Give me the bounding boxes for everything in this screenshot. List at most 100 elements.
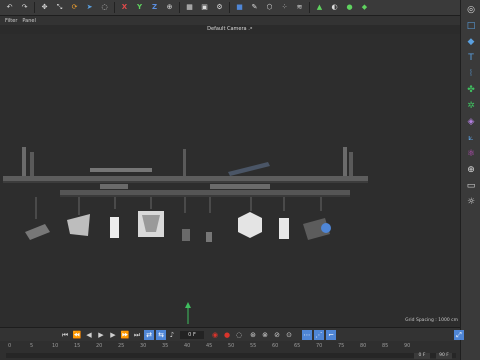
main-toolbar: ↶ ↷ ✥ ⤡ ⟳ ➤ ◌ X Y Z ⊕ ▦ ▣ ⚙ ■ ✎ ⬡ ⁘ ≋ ▲ … bbox=[0, 0, 480, 16]
rig-clamp bbox=[100, 184, 128, 189]
light-icon[interactable]: ● bbox=[344, 2, 355, 13]
ruler-tick: 75 bbox=[338, 343, 345, 349]
text-icon[interactable]: T bbox=[465, 52, 477, 64]
tag-icon[interactable]: ◈ bbox=[465, 116, 477, 128]
previous-key-icon[interactable]: ⏪ bbox=[72, 330, 82, 340]
timeline-scale-icon[interactable]: ⤢ bbox=[454, 330, 464, 340]
render-settings-icon[interactable]: ⚙ bbox=[214, 2, 225, 13]
z-axis-icon[interactable]: Z bbox=[149, 2, 160, 13]
select-icon[interactable]: ◎ bbox=[465, 4, 477, 16]
live-select-icon[interactable]: ◌ bbox=[99, 2, 110, 13]
record-active-icon[interactable]: ◉ bbox=[210, 330, 220, 340]
record-parameter-icon[interactable]: ⊙ bbox=[284, 330, 294, 340]
ruler-tick: 0 bbox=[8, 343, 12, 349]
timeline-range-bar[interactable] bbox=[6, 353, 456, 358]
undo-icon[interactable]: ↶ bbox=[4, 2, 15, 13]
hanger bbox=[283, 197, 285, 211]
rotate-tool-icon[interactable]: ⟳ bbox=[69, 2, 80, 13]
spotlight bbox=[25, 224, 50, 240]
viewport[interactable] bbox=[0, 34, 460, 327]
truss-shadow bbox=[60, 195, 350, 197]
ruler-tick: 80 bbox=[360, 343, 367, 349]
rig-post bbox=[343, 147, 347, 177]
record-scale-icon[interactable]: ⊗ bbox=[260, 330, 270, 340]
record-position-icon[interactable]: ⊛ bbox=[248, 330, 258, 340]
camera-label: Default Camera ․‣ bbox=[207, 26, 253, 32]
floor-icon[interactable]: ▲ bbox=[314, 2, 325, 13]
spline-icon[interactable]: ⦚ bbox=[465, 68, 477, 80]
x-axis-icon[interactable]: X bbox=[119, 2, 130, 13]
ruler-tick: 5 bbox=[30, 343, 34, 349]
particle-icon[interactable]: ⚛ bbox=[465, 148, 477, 160]
autokey-icon[interactable]: ● bbox=[222, 330, 232, 340]
timeline-ruler[interactable]: 0 5 10 15 20 25 30 35 40 45 50 55 60 65 … bbox=[0, 341, 460, 360]
array-icon[interactable]: ⁘ bbox=[279, 2, 290, 13]
go-to-start-icon[interactable]: ⏮ bbox=[60, 330, 70, 340]
select-tool-icon[interactable]: ➤ bbox=[84, 2, 95, 13]
effector-icon[interactable]: ✲ bbox=[465, 100, 477, 112]
viewport-menu: Filter Panel bbox=[0, 16, 460, 25]
pen-icon[interactable]: ✎ bbox=[249, 2, 260, 13]
redo-icon[interactable]: ↷ bbox=[19, 2, 30, 13]
interpolation-linear-icon[interactable]: ⋰ bbox=[314, 330, 324, 340]
interpolation-step-icon[interactable]: ⌐ bbox=[326, 330, 336, 340]
move-tool-icon[interactable]: ✥ bbox=[39, 2, 50, 13]
render-picture-viewer-icon[interactable]: ▣ bbox=[199, 2, 210, 13]
fresnel-light bbox=[206, 232, 212, 242]
render-view-icon[interactable]: ▦ bbox=[184, 2, 195, 13]
softbox bbox=[67, 214, 90, 236]
menu-filter[interactable]: Filter bbox=[5, 18, 17, 24]
hanger bbox=[114, 197, 116, 209]
start-frame-field[interactable]: 0 F bbox=[414, 353, 430, 359]
hanger bbox=[320, 197, 322, 211]
hanger bbox=[209, 197, 211, 213]
tag-icon[interactable]: ◆ bbox=[359, 2, 370, 13]
keyframe-selection-icon[interactable]: ◌ bbox=[234, 330, 244, 340]
camera-icon[interactable]: ▭ bbox=[465, 180, 477, 192]
y-axis-icon[interactable]: Y bbox=[134, 2, 145, 13]
primitive-icon[interactable]: ◆ bbox=[465, 36, 477, 48]
menu-panel[interactable]: Panel bbox=[22, 18, 36, 24]
go-to-end-icon[interactable]: ⏭ bbox=[132, 330, 142, 340]
next-key-icon[interactable]: ⏩ bbox=[120, 330, 130, 340]
hanger bbox=[250, 197, 252, 211]
ruler-tick: 10 bbox=[52, 343, 59, 349]
ruler-tick: 70 bbox=[316, 343, 323, 349]
grid-spacing-label: Grid Spacing : 1000 cm bbox=[405, 318, 458, 323]
toolbar-divider bbox=[114, 2, 115, 13]
interpolation-icon[interactable]: ⋯ bbox=[302, 330, 312, 340]
generator-icon[interactable]: ✤ bbox=[465, 84, 477, 96]
light-icon[interactable]: ☼ bbox=[465, 196, 477, 208]
rig-post bbox=[349, 152, 353, 177]
rig-post bbox=[183, 149, 186, 179]
record-rotation-icon[interactable]: ⊘ bbox=[272, 330, 282, 340]
scale-tool-icon[interactable]: ⤡ bbox=[54, 2, 65, 13]
deformer-icon[interactable]: ≋ bbox=[294, 2, 305, 13]
field-icon[interactable]: ⟀ bbox=[465, 132, 477, 144]
panel-light bbox=[110, 217, 119, 238]
timeline-controls: ⏮ ⏪ ◀ ▶ ▶ ⏩ ⏭ ⇄ ⇆ ♪ 0 F ◉ ● ◌ ⊛ ⊗ ⊘ ⊙ ⋯ … bbox=[0, 327, 464, 341]
ruler-tick: 55 bbox=[250, 343, 257, 349]
end-frame-field[interactable]: 90 F bbox=[436, 353, 452, 359]
coordinate-system-icon[interactable]: ⊕ bbox=[164, 2, 175, 13]
cube-icon[interactable]: □ bbox=[465, 20, 477, 32]
ruler-tick: 50 bbox=[228, 343, 235, 349]
ruler-tick: 65 bbox=[294, 343, 301, 349]
next-frame-icon[interactable]: ▶ bbox=[108, 330, 118, 340]
speed-icon[interactable]: ⇆ bbox=[156, 330, 166, 340]
sound-icon[interactable]: ♪ bbox=[167, 330, 177, 340]
subdivision-icon[interactable]: ⬡ bbox=[264, 2, 275, 13]
y-axis-arrow bbox=[185, 302, 191, 308]
environment-icon[interactable]: ⊕ bbox=[465, 164, 477, 176]
cube-icon[interactable]: ■ bbox=[234, 2, 245, 13]
rig-post bbox=[30, 152, 34, 177]
right-palette: ◎ □ ◆ T ⦚ ✤ ✲ ◈ ⟀ ⚛ ⊕ ▭ ☼ bbox=[460, 0, 480, 360]
loop-icon[interactable]: ⇄ bbox=[144, 330, 154, 340]
rig-post bbox=[22, 147, 26, 177]
ruler-tick: 60 bbox=[272, 343, 279, 349]
previous-frame-icon[interactable]: ◀ bbox=[84, 330, 94, 340]
ruler-tick: 40 bbox=[184, 343, 191, 349]
camera-icon[interactable]: ◐ bbox=[329, 2, 340, 13]
current-frame-field[interactable]: 0 F bbox=[180, 331, 204, 339]
play-icon[interactable]: ▶ bbox=[96, 330, 106, 340]
